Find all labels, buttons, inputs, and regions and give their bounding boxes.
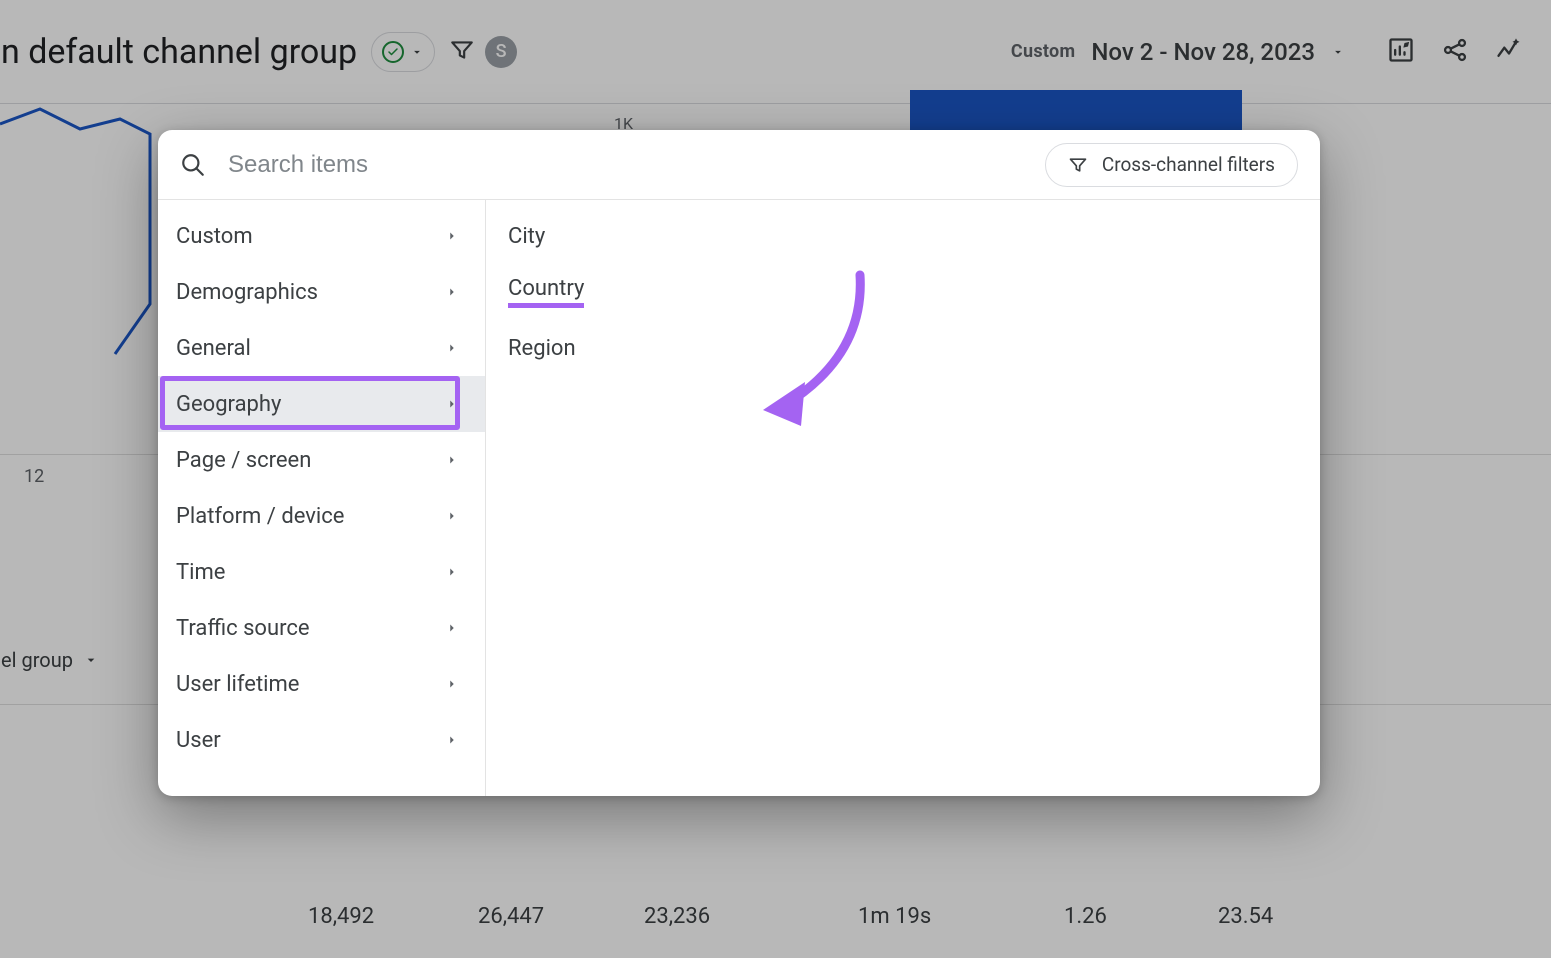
chevron-right-icon — [445, 453, 459, 467]
category-item-label: Demographics — [176, 280, 318, 305]
date-range-picker[interactable]: Custom Nov 2 - Nov 28, 2023 — [1011, 38, 1345, 66]
category-item-page-screen[interactable]: Page / screen — [158, 432, 485, 488]
search-icon — [180, 152, 206, 178]
cell-value: 1.26 — [1064, 904, 1107, 929]
date-range-value: Nov 2 - Nov 28, 2023 — [1091, 38, 1315, 66]
category-item-geography[interactable]: Geography — [158, 376, 485, 432]
cross-channel-filters-label: Cross-channel filters — [1102, 153, 1275, 176]
chevron-right-icon — [445, 677, 459, 691]
category-item-user-lifetime[interactable]: User lifetime — [158, 656, 485, 712]
subcategory-item-label: City — [508, 224, 545, 249]
cell-value: 23.54 — [1218, 904, 1273, 929]
subcategory-item-city[interactable]: City — [486, 208, 1320, 264]
category-item-label: Custom — [176, 224, 253, 249]
top-bar: sition: Session default channel group S … — [0, 0, 1551, 104]
subcategory-item-region[interactable]: Region — [486, 320, 1320, 376]
category-item-time[interactable]: Time — [158, 544, 485, 600]
chevron-right-icon — [445, 509, 459, 523]
category-item-label: Page / screen — [176, 448, 311, 473]
insights-icon[interactable] — [1495, 36, 1523, 68]
subcategory-item-label: Region — [508, 336, 576, 361]
edit-chart-icon[interactable] — [1387, 36, 1415, 68]
page-title: sition: Session default channel group — [0, 32, 357, 72]
filter-icon — [1068, 155, 1088, 175]
status-pill[interactable] — [371, 32, 435, 72]
x-axis-tick: 12 — [24, 466, 44, 487]
cell-value: 1m 19s — [858, 904, 931, 929]
chevron-right-icon — [445, 397, 459, 411]
category-item-general[interactable]: General — [158, 320, 485, 376]
category-item-label: Geography — [176, 392, 281, 417]
category-item-user[interactable]: User — [158, 712, 485, 768]
chevron-right-icon — [445, 229, 459, 243]
filter-icon[interactable] — [449, 37, 475, 67]
category-item-label: User lifetime — [176, 672, 299, 697]
subcategory-item-label: Country — [508, 276, 584, 308]
category-item-platform-device[interactable]: Platform / device — [158, 488, 485, 544]
chevron-down-icon — [83, 652, 99, 668]
category-item-demographics[interactable]: Demographics — [158, 264, 485, 320]
category-item-label: Platform / device — [176, 504, 344, 529]
chevron-down-icon — [1331, 45, 1345, 59]
category-item-custom[interactable]: Custom — [158, 208, 485, 264]
modal-header: Cross-channel filters — [158, 130, 1320, 200]
cross-channel-filters-button[interactable]: Cross-channel filters — [1045, 143, 1298, 187]
cell-value: 18,492 — [308, 904, 374, 929]
check-circle-icon — [382, 41, 404, 63]
chevron-right-icon — [445, 733, 459, 747]
dimension-picker-modal: Cross-channel filters Custom Demographics… — [158, 130, 1320, 796]
chevron-right-icon — [445, 621, 459, 635]
search-input[interactable] — [228, 151, 1023, 179]
subcategory-item-country[interactable]: Country — [486, 264, 1320, 320]
date-range-label: Custom — [1011, 41, 1076, 62]
subcategory-list: City Country Region — [486, 200, 1320, 796]
category-list: Custom Demographics General Geography Page /… — [158, 200, 486, 796]
chevron-right-icon — [445, 285, 459, 299]
category-item-label: User — [176, 728, 221, 753]
chevron-right-icon — [445, 341, 459, 355]
category-item-label: General — [176, 336, 251, 361]
chevron-right-icon — [445, 565, 459, 579]
dimension-dropdown[interactable]: nel group — [0, 648, 99, 672]
category-item-label: Time — [176, 560, 225, 585]
cell-value: 23,236 — [644, 904, 710, 929]
dimension-dropdown-label: nel group — [0, 648, 73, 672]
category-item-traffic-source[interactable]: Traffic source — [158, 600, 485, 656]
cell-value: 26,447 — [478, 904, 544, 929]
category-item-label: Traffic source — [176, 616, 310, 641]
chevron-down-icon — [410, 45, 424, 59]
avatar[interactable]: S — [485, 36, 517, 68]
share-icon[interactable] — [1441, 36, 1469, 68]
